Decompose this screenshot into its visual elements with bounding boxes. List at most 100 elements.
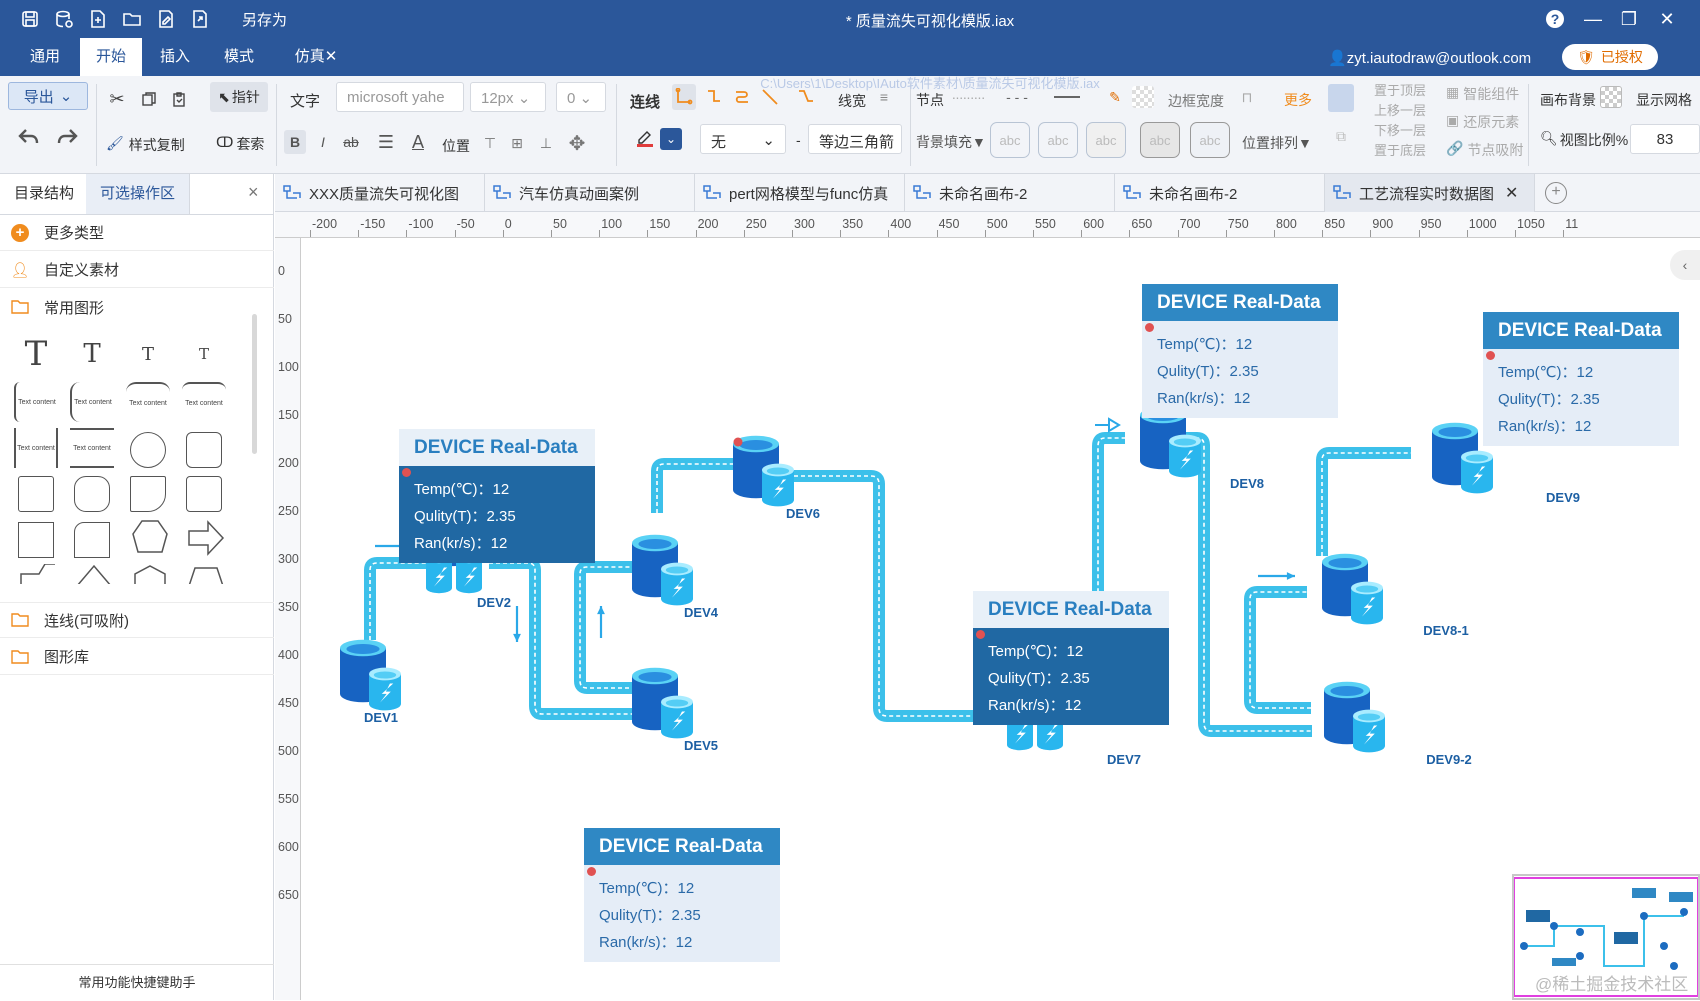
lasso-button[interactable]: ↀ 套索 [216,134,264,154]
left-panel: 目录结构 可选操作区 × + 更多类型 👤︎ 自定义素材 常用图形 T T T T … [0,174,274,1000]
square-shape-2[interactable] [18,522,54,558]
text-bracket[interactable]: Text content [14,428,58,468]
tab-directory[interactable]: 目录结构 [0,174,88,214]
doc-tab-1[interactable]: XXX质量流失可视化图 [275,174,485,212]
shape-library-row[interactable]: 图形库 [0,639,274,675]
square-shape[interactable] [18,476,54,512]
style-preset-2[interactable]: abc [1038,122,1078,158]
italic-button[interactable]: I [312,130,334,154]
show-grid-toggle[interactable]: 显示网格 [1636,90,1692,110]
arrow-shape[interactable] [184,518,228,558]
minimize-button[interactable]: — [1578,5,1608,33]
align-bottom-icon[interactable]: ⊥ [536,132,556,154]
doc-tab-4[interactable]: 未命名画布-2 [905,174,1115,212]
doc-tab-5[interactable]: 未命名画布-2 [1115,174,1325,212]
node-label: 节点 [916,92,944,108]
triangle-shape[interactable] [72,564,116,584]
diagram-canvas[interactable]: DEV1 DEV2 DEV4 DEV5 DEV6 DEV7 DEV8 DEV9 … [301,238,1700,1000]
menu-tab-mode[interactable]: 模式 [216,38,262,76]
close-button[interactable]: ✕ [1652,5,1682,33]
style-preset-5[interactable]: abc [1190,122,1230,158]
group-icon[interactable]: ⊞ [506,132,528,154]
text-shape-large[interactable]: T [14,334,58,374]
panel-close-button[interactable]: × [248,182,259,203]
node-snap-button[interactable]: 🔗 节点吸附 [1446,140,1523,160]
text-brace-top-2[interactable]: Text content [182,382,226,422]
rounded-square-shape[interactable] [186,432,222,468]
dash-label: - [796,132,801,148]
doc-tab-2[interactable]: 汽车仿真动画案例 [485,174,695,212]
move-down-button[interactable]: 下移一层 [1374,120,1426,139]
send-to-bottom-button[interactable]: 置于底层 [1374,140,1426,159]
text-shape-medium[interactable]: T [70,334,114,374]
restore-button[interactable]: ❐ [1614,5,1644,33]
close-tab-icon[interactable]: ✕ [1505,183,1518,203]
more-types-row[interactable]: + 更多类型 [0,215,274,251]
undo-button[interactable] [14,122,44,152]
text-brace-curly[interactable]: Text content [70,382,114,422]
layer-copy-icon[interactable]: ⧉ [1328,122,1354,150]
more-button[interactable]: 更多 [1284,90,1312,110]
move-up-button[interactable]: 上移一层 [1374,100,1426,119]
collapse-right-panel[interactable]: ‹ [1670,250,1700,280]
step-shape[interactable] [16,564,60,584]
tab-operations[interactable]: 可选操作区 [86,174,191,214]
menu-tab-insert[interactable]: 插入 [152,38,198,76]
menu-tab-start[interactable]: 开始 [80,38,142,76]
text-shape-small[interactable]: T [126,334,170,374]
bold-button[interactable]: B [284,130,306,154]
menu-tab-general[interactable]: 通用 [22,38,68,76]
move-icon[interactable]: ✥ [564,130,590,156]
round-rect-shape[interactable] [74,476,110,512]
help-icon[interactable]: ? [1546,10,1564,28]
panel-scrollbar[interactable] [252,314,257,454]
connect-label: 连线 [630,94,661,111]
license-badge[interactable]: 🛡 已授权 [1562,44,1658,70]
arrow-type-select[interactable]: 等边三角箭 [808,124,902,154]
card-ran: Ran(kr/s)：12 [414,535,508,552]
connectors-row[interactable]: 连线(可吸附) [0,602,274,638]
document-shape[interactable] [130,476,166,512]
circle-shape[interactable] [130,432,166,468]
shortcut-helper[interactable]: 常用功能快捷键助手 [0,964,274,1000]
ruler-tick-label: 650 [1131,217,1153,231]
redo-button[interactable] [52,122,82,152]
doc-tab-6[interactable]: 工艺流程实时数据图 ✕ [1325,174,1535,212]
card-shape[interactable] [74,522,110,558]
ruler-tick-label: 600 [1083,217,1105,231]
style-preset-1[interactable]: abc [990,122,1030,158]
doc-tab-3[interactable]: pert网格模型与func仿真 [695,174,905,212]
bg-fill-dropdown[interactable]: 背景填充▼ [916,132,986,152]
user-account[interactable]: 👤zyt.iautodraw@outlook.com [1328,49,1531,67]
zoom-input[interactable]: 83 [1630,124,1700,154]
text-brace-left[interactable]: Text content [14,382,58,422]
card-title: DEVICE Real-Data [973,591,1169,628]
add-tab-icon[interactable]: + [1545,182,1567,204]
text-brace-top[interactable]: Text content [126,382,170,422]
style-preset-4[interactable]: abc [1140,122,1180,158]
pipe-segment-9 [1316,447,1411,556]
align-center-icon[interactable]: ☰ [374,130,398,154]
text-shape-tiny[interactable]: T [182,334,226,374]
ruler-tick-label: 1000 [1468,217,1497,231]
strikethrough-button[interactable]: ab [340,130,362,154]
common-shapes-row[interactable]: 常用图形 [0,289,274,325]
pentagon-shape[interactable] [128,564,172,584]
style-copy-button[interactable]: 🖌 样式复制 [106,135,185,155]
chevron-left-icon: ‹ [1682,257,1688,273]
custom-materials-row[interactable]: 👤︎ 自定义素材 [0,252,274,288]
menu-tab-simulation[interactable]: 仿真✕ [284,38,348,76]
line-color-dropdown[interactable]: ⌄ [660,128,682,150]
line-color-icon[interactable] [634,126,656,150]
restore-element-button[interactable]: ▣ 还原元素 [1446,112,1519,132]
folder-icon [10,613,30,627]
font-color-icon[interactable]: A [406,130,430,154]
align-top-icon[interactable]: ⊤ [480,132,500,154]
process-shape[interactable] [186,476,222,512]
line-start-select[interactable]: 无 ⌄ [700,124,786,154]
position-arrange-dropdown[interactable]: 位置排列▼ [1242,133,1312,153]
style-preset-3[interactable]: abc [1086,122,1126,158]
octagon-shape[interactable] [128,518,172,558]
trapezoid-shape[interactable] [184,564,228,584]
text-lines[interactable]: Text content [70,428,114,468]
